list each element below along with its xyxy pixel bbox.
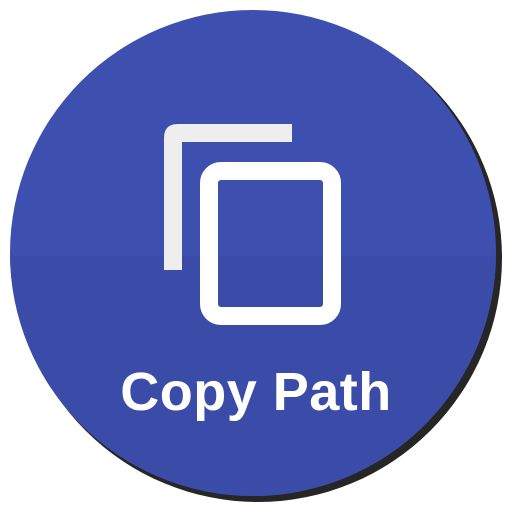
app-icon-badge <box>10 10 502 502</box>
app-icon-canvas: Copy Path <box>0 0 512 512</box>
app-label: Copy Path <box>120 362 392 422</box>
